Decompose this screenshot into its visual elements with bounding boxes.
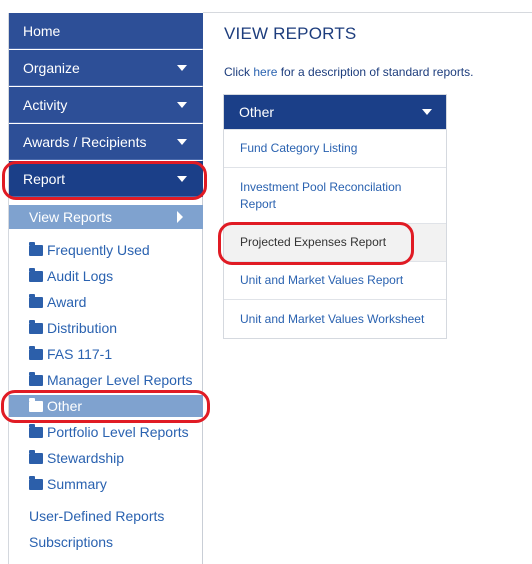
folder-label: Frequently Used xyxy=(47,242,150,258)
nav-organize-label: Organize xyxy=(23,60,80,76)
folder-label: Stewardship xyxy=(47,450,125,466)
sub-nav-view-reports[interactable]: View Reports xyxy=(9,205,203,229)
reports-panel: Other Fund Category Listing Investment P… xyxy=(223,94,447,339)
folder-distribution[interactable]: Distribution xyxy=(29,317,117,339)
nav-home[interactable]: Home xyxy=(9,13,203,49)
folder-icon xyxy=(29,268,43,282)
folder-icon xyxy=(29,242,43,256)
folder-label: Other xyxy=(47,398,83,414)
folder-icon xyxy=(29,450,43,464)
folder-icon xyxy=(29,476,43,490)
nav-report-label: Report xyxy=(23,171,66,187)
report-category-dropdown[interactable]: Other xyxy=(224,95,446,129)
folder-icon xyxy=(29,424,43,438)
nav-activity-label: Activity xyxy=(23,97,68,113)
folder-icon xyxy=(29,320,43,334)
folder-award[interactable]: Award xyxy=(29,291,86,313)
nav-home-label: Home xyxy=(23,23,61,39)
report-category-label: Other xyxy=(239,104,275,120)
chevron-down-icon xyxy=(422,109,432,115)
nav-report[interactable]: Report xyxy=(9,161,203,197)
report-projected-expenses[interactable]: Projected Expenses Report xyxy=(224,223,446,261)
folder-summary[interactable]: Summary xyxy=(29,473,107,495)
nav-organize[interactable]: Organize xyxy=(9,50,203,86)
intro-prefix: Click xyxy=(224,65,254,79)
folder-label: Distribution xyxy=(47,320,118,336)
folder-label: Portfolio Level Reports xyxy=(47,424,189,440)
top-divider xyxy=(203,12,532,13)
sidebar: Home Organize Activity Awards / Recipien… xyxy=(8,13,203,564)
folder-label: Summary xyxy=(47,476,107,492)
nav-activity[interactable]: Activity xyxy=(9,87,203,123)
folder-stewardship[interactable]: Stewardship xyxy=(29,447,124,469)
report-fund-category-listing[interactable]: Fund Category Listing xyxy=(224,129,446,167)
intro-text: Click here for a description of standard… xyxy=(224,65,473,79)
chevron-down-icon xyxy=(177,65,187,71)
folder-label: Award xyxy=(47,294,87,310)
link-user-defined-reports[interactable]: User-Defined Reports xyxy=(29,506,164,526)
report-investment-pool-reconcilation[interactable]: Investment Pool Reconcilation Report xyxy=(224,167,446,223)
chevron-right-icon xyxy=(177,211,183,223)
folder-audit-logs[interactable]: Audit Logs xyxy=(29,265,113,287)
folder-frequently-used[interactable]: Frequently Used xyxy=(29,239,150,261)
folder-label: Manager Level Reports xyxy=(47,372,193,388)
folder-icon xyxy=(29,372,43,386)
link-subscriptions[interactable]: Subscriptions xyxy=(29,532,113,552)
folder-label: FAS 117-1 xyxy=(47,346,113,362)
sub-nav-view-reports-label: View Reports xyxy=(29,209,113,225)
report-unit-market-values-worksheet[interactable]: Unit and Market Values Worksheet xyxy=(224,299,446,338)
chevron-down-icon xyxy=(177,176,187,182)
folder-manager-level-reports[interactable]: Manager Level Reports xyxy=(29,369,193,391)
folder-fas-117-1[interactable]: FAS 117-1 xyxy=(29,343,112,365)
page-title: VIEW REPORTS xyxy=(224,24,357,43)
folder-icon xyxy=(29,346,43,360)
description-link[interactable]: here xyxy=(253,65,277,79)
folder-icon xyxy=(29,294,43,308)
nav-awards-label: Awards / Recipients xyxy=(23,134,147,150)
folder-icon xyxy=(29,398,43,412)
chevron-down-icon xyxy=(177,102,187,108)
nav-awards-recipients[interactable]: Awards / Recipients xyxy=(9,124,203,160)
folder-other[interactable]: Other xyxy=(9,395,203,417)
intro-suffix: for a description of standard reports. xyxy=(277,65,474,79)
folder-label: Audit Logs xyxy=(47,268,114,284)
chevron-down-icon xyxy=(177,139,187,145)
report-unit-market-values[interactable]: Unit and Market Values Report xyxy=(224,261,446,299)
folder-portfolio-level-reports[interactable]: Portfolio Level Reports xyxy=(29,421,189,443)
